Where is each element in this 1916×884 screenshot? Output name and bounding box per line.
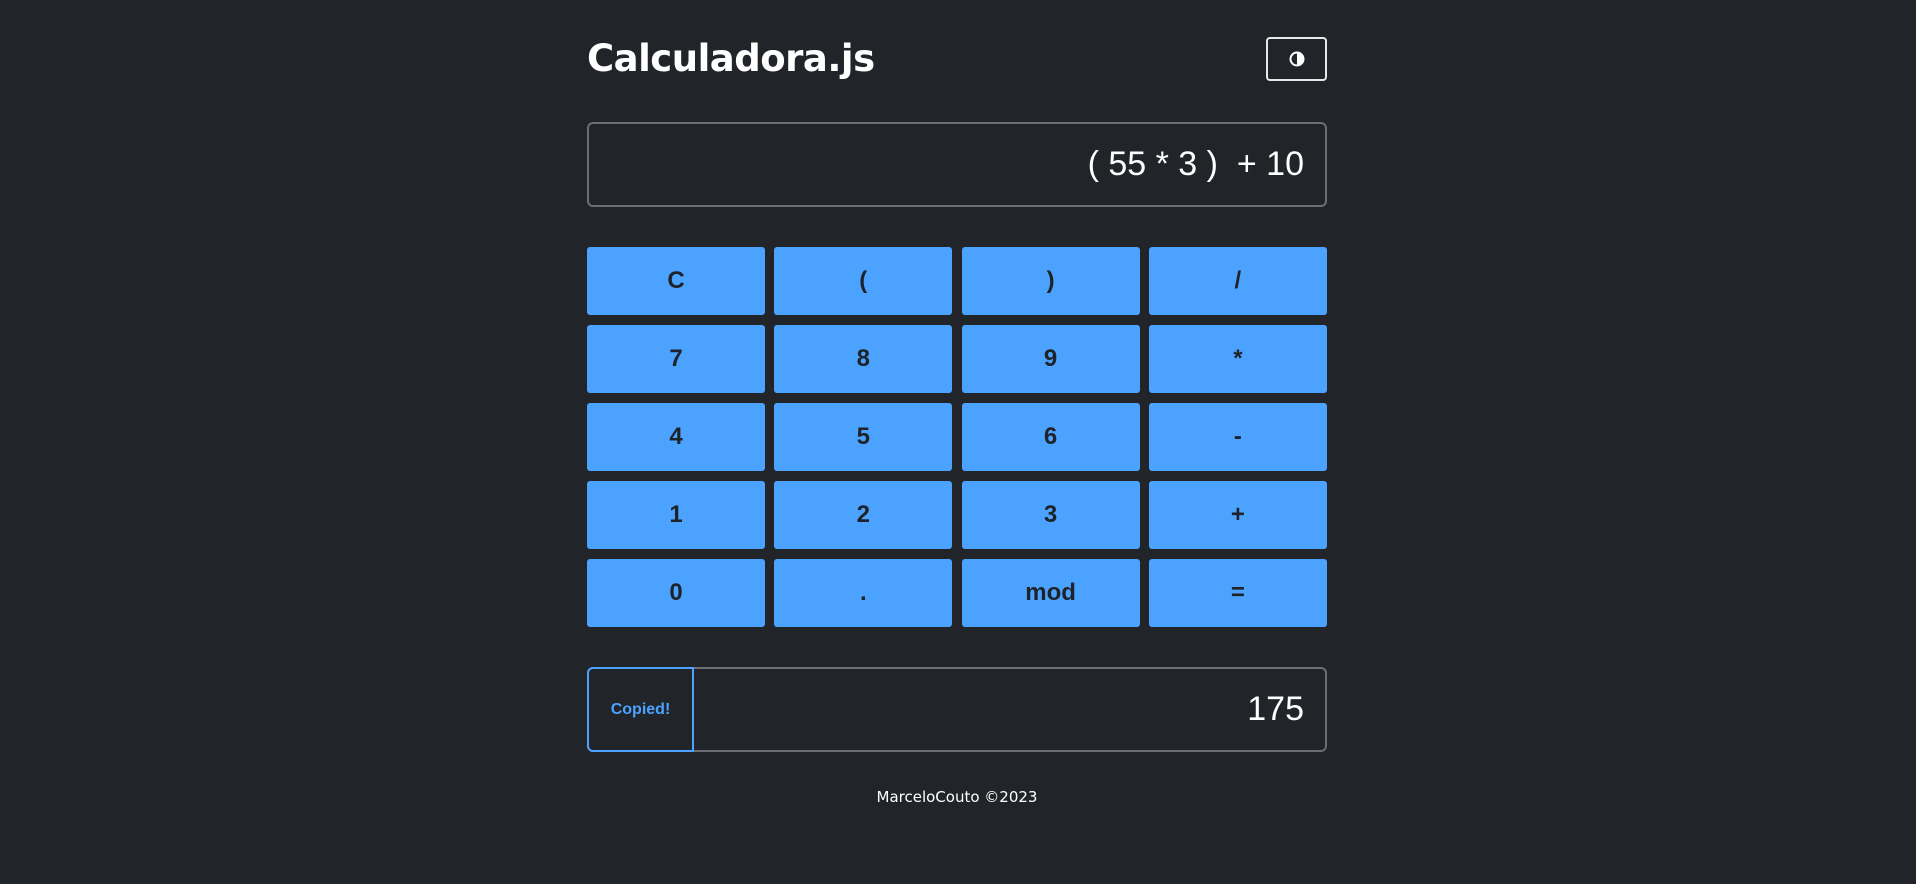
close-paren-button[interactable]: ) — [961, 247, 1140, 315]
divide-button[interactable]: / — [1148, 247, 1327, 315]
digit-7-button[interactable]: 7 — [587, 325, 765, 393]
expression-display[interactable]: ( 55 * 3 ) + 10 — [587, 122, 1327, 207]
keypad: C ( ) / 7 8 9 * 4 5 6 - 1 2 3 + 0 . mod … — [587, 247, 1327, 627]
open-paren-button[interactable]: ( — [774, 247, 953, 315]
multiply-button[interactable]: * — [1148, 325, 1327, 393]
contrast-icon — [1289, 51, 1305, 67]
copy-result-button[interactable]: Copied! — [587, 667, 694, 752]
digit-2-button[interactable]: 2 — [774, 481, 953, 549]
result-value: 175 — [1247, 690, 1304, 728]
subtract-button[interactable]: - — [1148, 403, 1327, 471]
digit-1-button[interactable]: 1 — [587, 481, 765, 549]
add-button[interactable]: + — [1148, 481, 1327, 549]
digit-9-button[interactable]: 9 — [961, 325, 1140, 393]
page-title: Calculadora.js — [587, 37, 875, 80]
digit-0-button[interactable]: 0 — [587, 559, 765, 627]
equals-button[interactable]: = — [1148, 559, 1327, 627]
result-display: Copied! 175 — [587, 667, 1327, 752]
digit-5-button[interactable]: 5 — [774, 403, 953, 471]
digit-8-button[interactable]: 8 — [774, 325, 953, 393]
clear-button[interactable]: C — [587, 247, 765, 315]
theme-toggle-button[interactable] — [1266, 37, 1327, 81]
decimal-button[interactable]: . — [774, 559, 953, 627]
digit-4-button[interactable]: 4 — [587, 403, 765, 471]
footer-credit: MarceloCouto ©2023 — [876, 788, 1038, 806]
digit-6-button[interactable]: 6 — [961, 403, 1140, 471]
digit-3-button[interactable]: 3 — [961, 481, 1140, 549]
mod-button[interactable]: mod — [961, 559, 1140, 627]
header: Calculadora.js — [587, 34, 1327, 84]
